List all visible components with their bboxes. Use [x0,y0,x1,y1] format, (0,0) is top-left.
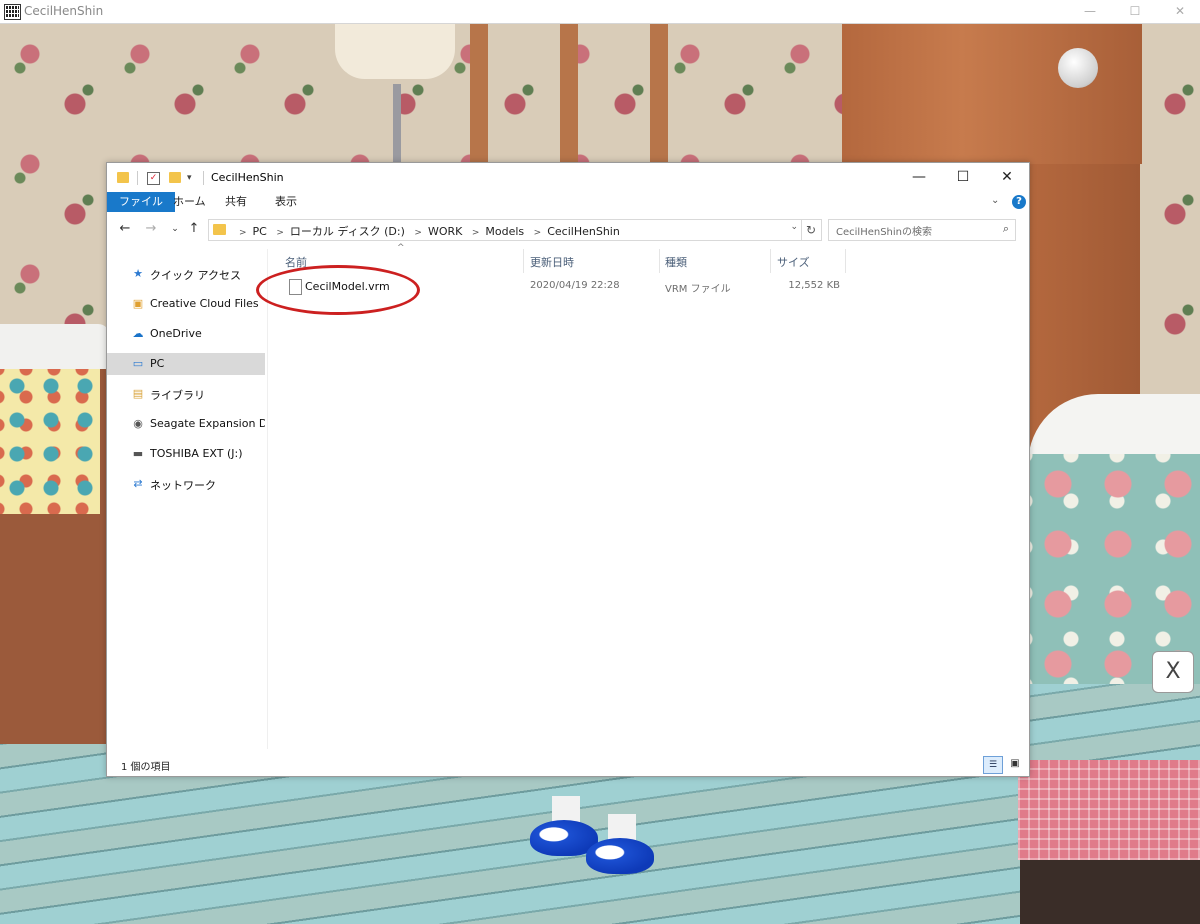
avatar-right-shoe [586,814,656,874]
network-icon: ⇄ [133,477,143,490]
properties-icon[interactable]: ✓ [147,172,160,185]
recent-locations-button[interactable]: ⌄ [167,220,183,238]
app-close-button[interactable]: ✕ [1165,2,1195,20]
new-folder-icon[interactable] [169,172,181,183]
nav-item-label: クイック アクセス [150,269,241,282]
usb-drive-icon: ▬ [132,447,144,460]
column-header-type[interactable]: 種類 [665,254,687,270]
lamp-shade [335,24,455,79]
app-maximize-button[interactable]: ☐ [1120,2,1150,20]
large-icons-view-icon[interactable]: ▣ [1006,756,1024,772]
monitor-icon: ▭ [132,357,144,370]
nav-item-label: Creative Cloud Files [150,297,259,310]
wooden-chairs [440,24,700,164]
star-icon: ★ [133,267,143,280]
app-minimize-button[interactable]: — [1075,2,1105,20]
explorer-title: CecilHenShin [211,171,284,184]
nav-item-network[interactable]: ⇄ ネットワーク [107,473,265,495]
search-icon: ⌕ [1002,222,1009,235]
file-size: 12,552 KB [788,280,840,291]
folder-icon [213,224,226,235]
tab-home[interactable]: ホーム [163,192,216,212]
file-explorer-window: ✓ ▾ CecilHenShin — ☐ ✕ ファイル ホーム 共有 表示 ⌄ … [106,162,1030,777]
column-divider[interactable] [845,249,846,273]
creative-cloud-folder-icon: ▣ [132,297,144,310]
drive-icon: ◉ [133,417,143,430]
nav-item-label: ライブラリ [150,389,205,402]
breadcrumb-pc[interactable]: PC [253,225,267,238]
tablecloth [1018,760,1200,860]
app-icon [4,4,21,20]
column-divider[interactable] [523,249,524,273]
breadcrumb-cecilhenshin[interactable]: CecilHenShin [547,225,620,238]
chevron-down-icon[interactable]: ⌄ [790,222,798,232]
cloud-icon: ☁ [132,327,144,340]
explorer-close-button[interactable]: ✕ [985,165,1029,190]
nav-item-library[interactable]: ▤ ライブラリ [107,383,265,405]
explorer-titlebar: ✓ ▾ CecilHenShin — ☐ ✕ [107,163,1029,192]
status-bar: 1 個の項目 ☰ ▣ [107,753,1029,775]
app-title: CecilHenShin [24,4,104,18]
breadcrumb-models[interactable]: Models [485,225,524,238]
nav-item-label: Seagate Expansion Drive [150,417,265,430]
app-titlebar: CecilHenShin — ☐ ✕ [0,0,1200,24]
tab-view[interactable]: 表示 [265,192,307,212]
column-header-modified[interactable]: 更新日時 [530,254,574,270]
breadcrumb-work[interactable]: WORK [428,225,462,238]
search-box[interactable]: CecilHenShinの検索 ⌕ [828,219,1016,241]
nav-item-quick-access[interactable]: ★ クイック アクセス [107,263,265,285]
nav-item-toshiba[interactable]: ▬ TOSHIBA EXT (J:) [107,443,265,465]
breadcrumb: > PC > ローカル ディスク (D:) > WORK > Models > Cecil… [239,225,620,238]
ribbon-tabs: ファイル ホーム 共有 表示 ⌄ ? [107,192,1029,212]
refresh-button[interactable]: ↻ [801,219,822,241]
nav-item-label: TOSHIBA EXT (J:) [150,447,243,460]
nav-item-seagate[interactable]: ◉ Seagate Expansion Drive [107,413,265,435]
navigation-pane: ★ クイック アクセス ▣ Creative Cloud Files ☁ One… [107,249,268,749]
up-button[interactable]: ↑ [186,220,202,238]
column-divider[interactable] [770,249,771,273]
explorer-maximize-button[interactable]: ☐ [941,165,985,190]
breadcrumb-drive-d[interactable]: ローカル ディスク (D:) [290,225,405,238]
nav-item-onedrive[interactable]: ☁ OneDrive [107,323,265,345]
forward-button[interactable]: → [143,220,159,238]
navigation-bar: ← → ⌄ ↑ > PC > ローカル ディスク (D:) > WORK > Model… [107,216,1029,242]
file-modified: 2020/04/19 22:28 [530,280,620,291]
status-item-count: 1 個の項目 [121,762,171,773]
file-type: VRM ファイル [665,284,731,295]
highlight-circle [256,265,420,315]
nav-item-pc[interactable]: ▭ PC [107,353,265,375]
pillow [0,369,100,514]
help-icon[interactable]: ? [1012,195,1026,209]
folder-icon [117,172,129,183]
door-knob [1058,48,1098,88]
library-icon: ▤ [132,387,144,400]
wooden-door [842,24,1142,164]
toolbar-separator [203,171,204,185]
toolbar-separator [137,171,138,185]
ribbon-expand-icon[interactable]: ⌄ [991,195,999,206]
tab-share[interactable]: 共有 [215,192,257,212]
sort-ascending-icon: ^ [397,243,405,253]
address-bar[interactable]: > PC > ローカル ディスク (D:) > WORK > Models > Cecil… [208,219,802,241]
nav-item-label: PC [150,357,165,370]
nav-item-label: ネットワーク [150,479,216,492]
nav-item-label: OneDrive [150,327,202,340]
column-divider[interactable] [659,249,660,273]
customize-toolbar-icon[interactable]: ▾ [187,173,192,183]
explorer-minimize-button[interactable]: — [897,165,941,190]
bed [1028,454,1200,684]
column-header-size[interactable]: サイズ [777,254,810,270]
nav-item-creative-cloud[interactable]: ▣ Creative Cloud Files [107,293,265,315]
scene-close-button[interactable]: X [1152,651,1194,693]
search-placeholder: CecilHenShinの検索 [836,227,933,238]
details-view-icon[interactable]: ☰ [983,756,1003,774]
back-button[interactable]: ← [117,220,133,238]
